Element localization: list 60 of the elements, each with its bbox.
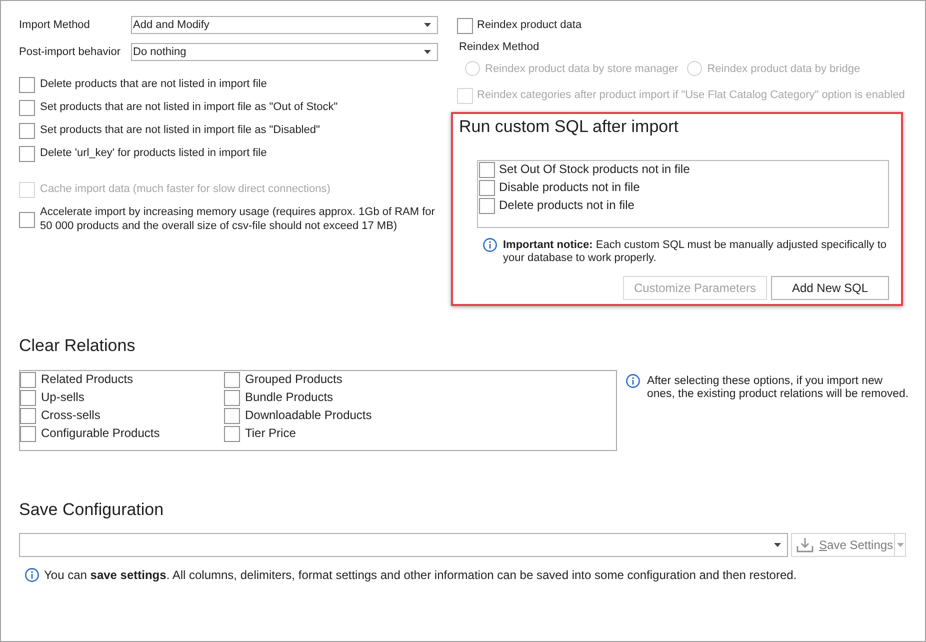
checkbox[interactable]	[224, 390, 240, 406]
checkbox-label: Reindex categories after product import if "Use Flat Catalog Category" option is enabled	[477, 89, 905, 103]
caret-icon	[774, 543, 781, 547]
notice-text: Important notice: Each custom SQL must be manually adjusted specifically to your database to work properly.	[503, 238, 888, 265]
checkbox[interactable]	[19, 100, 35, 116]
checkbox-label: Delete products not in file	[499, 199, 634, 213]
checkbox[interactable]	[479, 180, 495, 196]
checkbox[interactable]	[19, 123, 35, 139]
button[interactable]: Add New SQL	[771, 276, 889, 300]
checkbox-label: Delete products that are not listed in import file	[40, 78, 267, 92]
caret-icon	[424, 23, 431, 27]
notice-text: You can save settings. All columns, delimiters, format settings and other information can be saved into some configuration and then restored.	[44, 568, 797, 582]
checkbox[interactable]	[19, 77, 35, 93]
checkbox[interactable]	[224, 408, 240, 424]
download-icon	[796, 537, 814, 553]
checkbox[interactable]	[20, 372, 36, 388]
dropdown-arrow-button[interactable]	[895, 533, 906, 557]
dropdown[interactable]: Do nothing	[131, 43, 438, 61]
section-label: Reindex Method	[459, 41, 540, 54]
checkbox[interactable]	[19, 146, 35, 162]
checkbox[interactable]	[20, 408, 36, 424]
checkbox[interactable]	[224, 372, 240, 388]
caret-icon	[424, 50, 431, 54]
field-label: Post-import behavior	[19, 46, 122, 58]
checkbox-label: Cache import data (much faster for slow direct connections)	[40, 183, 330, 197]
section-title: Save Configuration	[19, 500, 165, 520]
checkbox[interactable]	[479, 162, 495, 178]
checkbox[interactable]	[457, 18, 473, 34]
info-icon	[483, 238, 497, 252]
checkbox-label: Cross-sells	[41, 409, 100, 423]
radio-label: Reindex product data by bridge	[707, 62, 860, 74]
checkbox[interactable]	[20, 426, 36, 442]
info-icon	[626, 374, 640, 388]
checkbox-label: Set Out Of Stock products not in file	[499, 163, 690, 177]
checkbox-label: Delete 'url_key' for products listed in import file	[40, 147, 267, 161]
checkbox-label: Configurable Products	[41, 427, 160, 441]
checkbox-label: Set products that are not listed in import file as "Disabled"	[40, 124, 320, 138]
checkbox-label: Bundle Products	[245, 391, 334, 405]
checkbox-label: Tier Price	[245, 427, 296, 441]
caret-icon	[896, 543, 904, 547]
checkbox[interactable]	[479, 198, 495, 214]
checkbox-label: Reindex product data	[477, 19, 582, 33]
checkbox-label: Up-sells	[41, 391, 84, 405]
checkbox-label: Grouped Products	[245, 373, 342, 387]
dropdown[interactable]: Add and Modify	[131, 16, 438, 34]
section-title: Clear Relations	[19, 336, 136, 356]
notice-text: After selecting these options, if you import new ones, the existing product relations will be removed.	[647, 374, 910, 401]
configuration-dropdown[interactable]	[19, 533, 788, 557]
checkbox[interactable]	[224, 426, 240, 442]
section-title: Run custom SQL after import	[459, 117, 680, 137]
checkbox-label: Downloadable Products	[245, 409, 372, 423]
checkbox-label: Accelerate import by increasing memory usage (requires approx. 1Gb of RAM for 50 000 products and the overall size of csv-file should not exceed 17 MB)	[40, 206, 436, 233]
checkbox[interactable]	[19, 212, 35, 228]
field-label: Import Method	[19, 19, 91, 31]
checkbox-label: Related Products	[41, 373, 134, 387]
checkbox[interactable]	[20, 390, 36, 406]
checkbox-label: Disable products not in file	[499, 181, 640, 195]
checkbox-label: Set products that are not listed in import file as "Out of Stock"	[40, 101, 338, 115]
radio-label: Reindex product data by store manager	[485, 62, 678, 74]
info-icon	[25, 568, 39, 582]
